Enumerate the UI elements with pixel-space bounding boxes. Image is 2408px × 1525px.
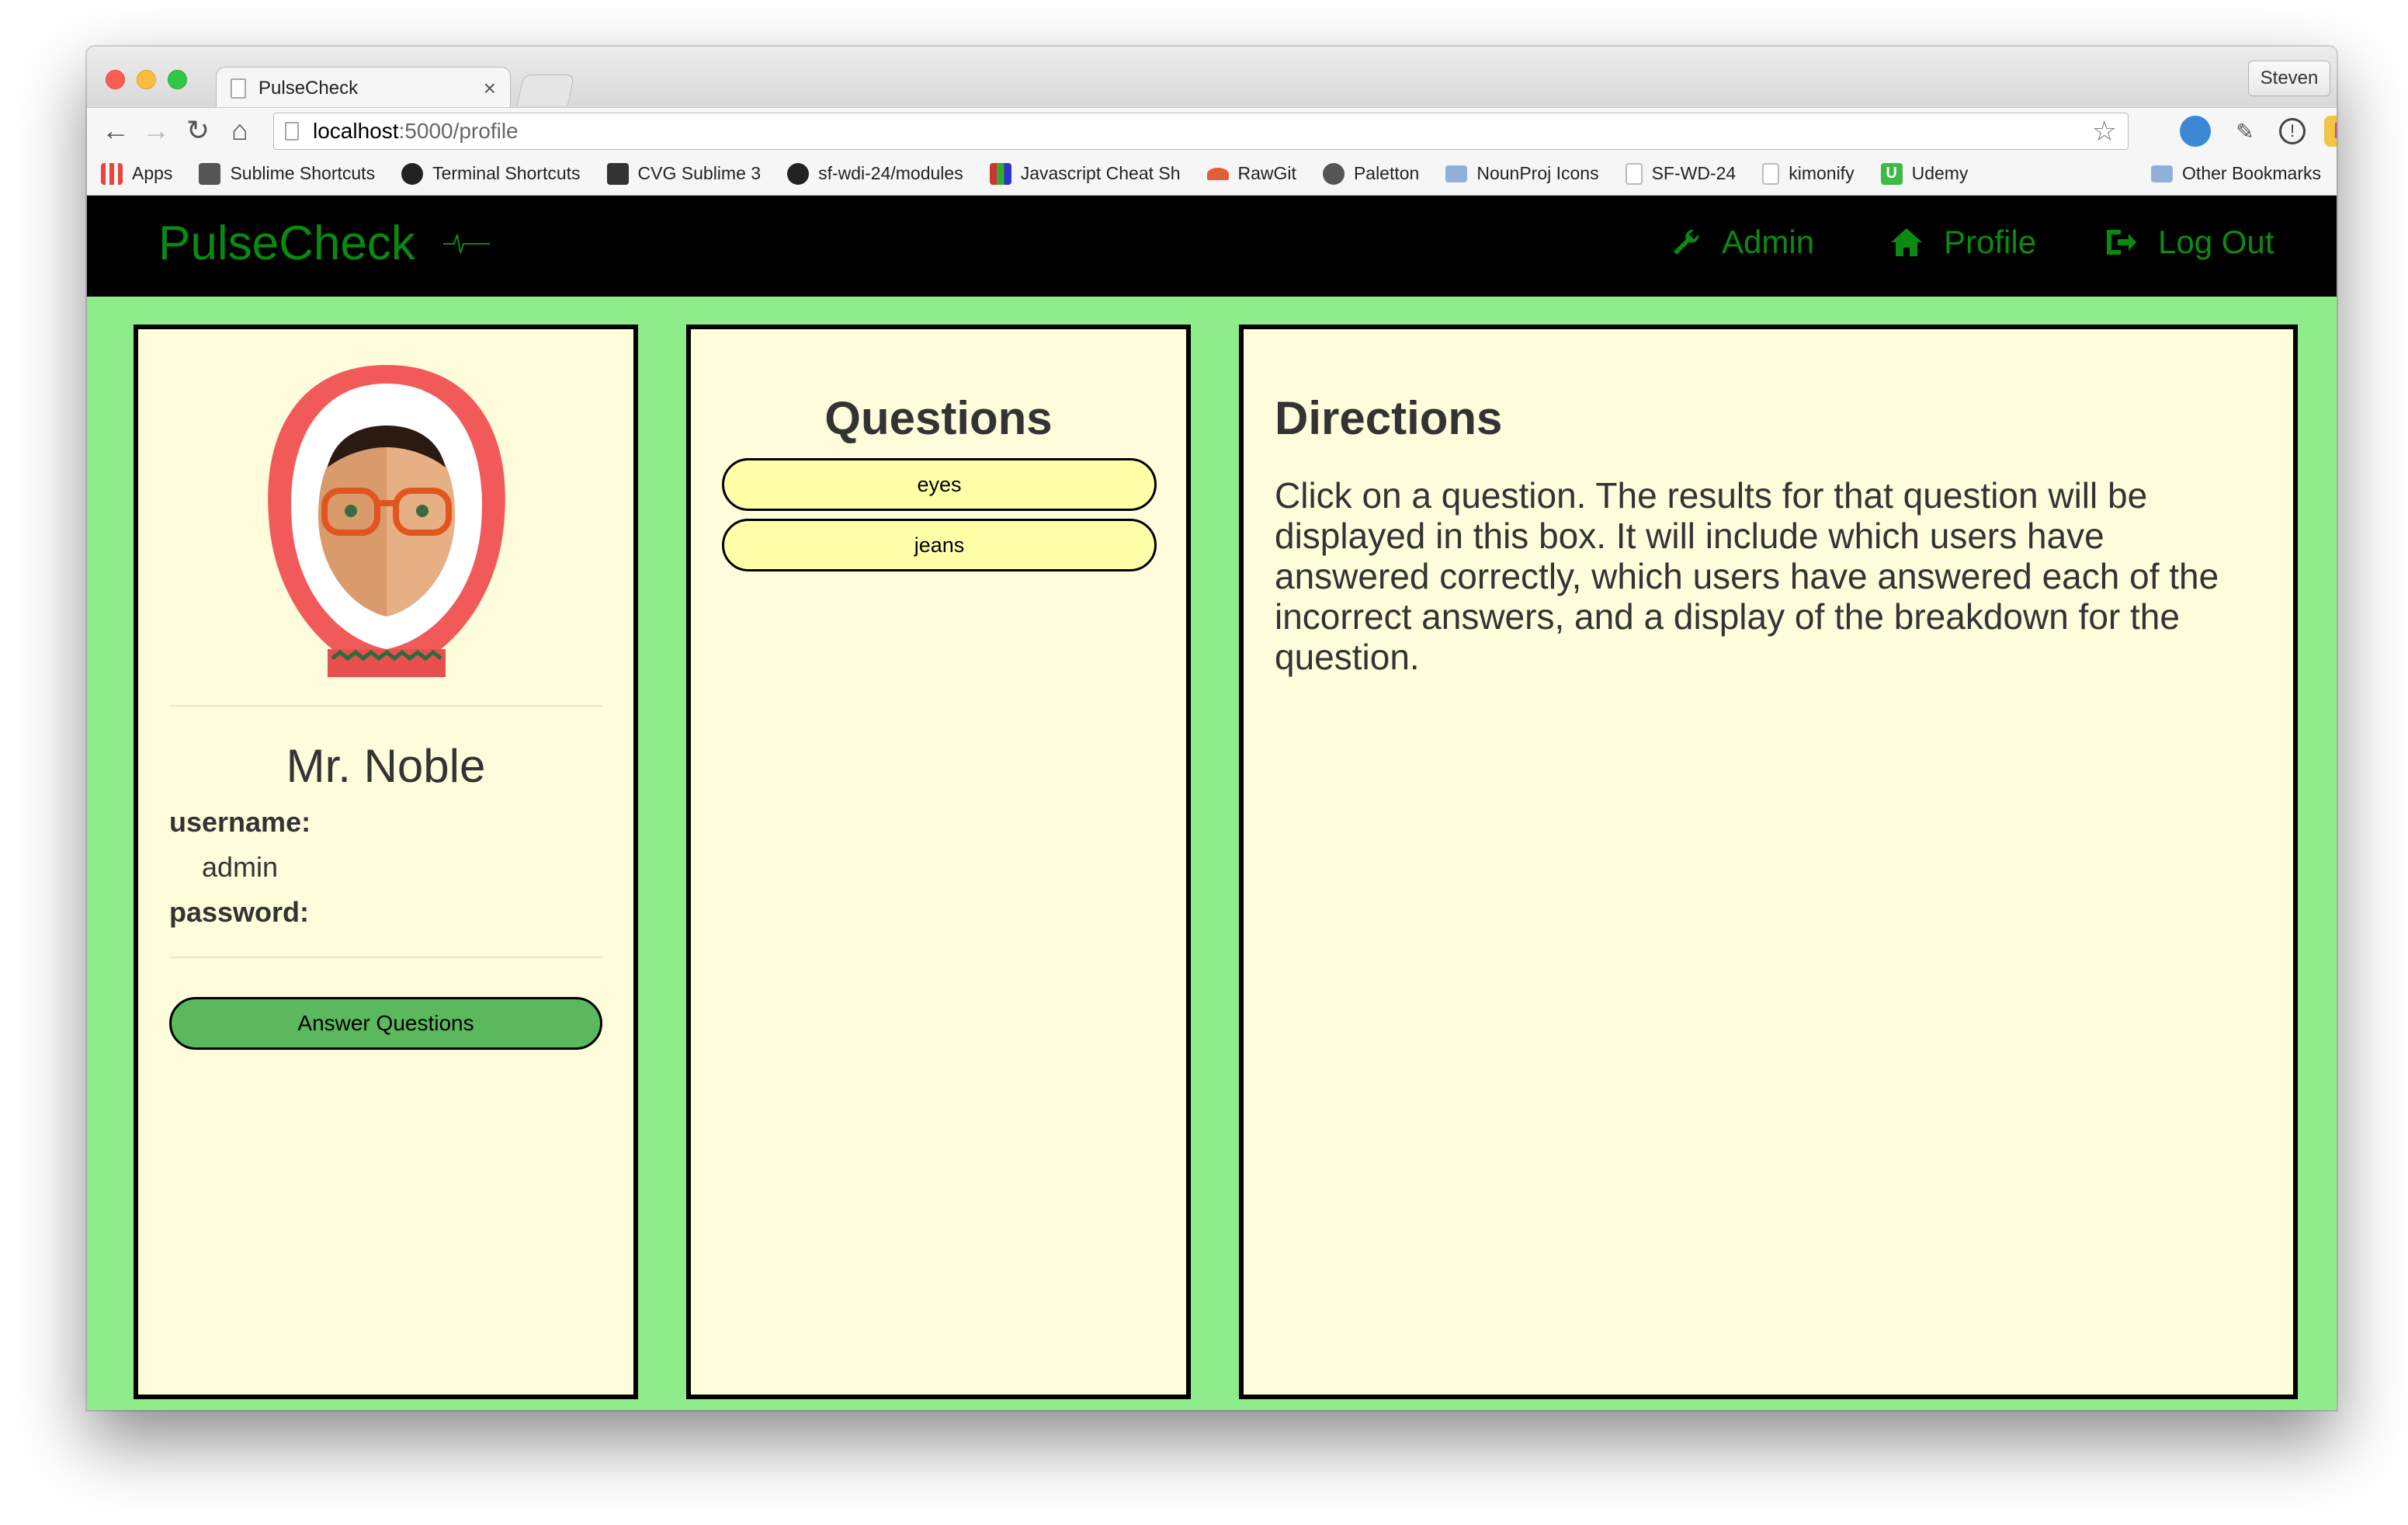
url-host: localhost bbox=[313, 119, 399, 143]
kimono-extension-icon[interactable]: k bbox=[2324, 116, 2337, 147]
udemy-icon: U bbox=[1880, 162, 1903, 185]
pulse-line-icon bbox=[442, 234, 490, 253]
questions-panel: Questions eyes jeans bbox=[686, 325, 1191, 1399]
document-icon bbox=[199, 162, 221, 185]
page-icon bbox=[231, 78, 246, 99]
address-bar[interactable]: localhost:5000/profile ☆ bbox=[273, 113, 2129, 150]
app-navbar: PulseCheck Admin Profile Log Out bbox=[87, 196, 2337, 297]
nav-profile-label: Profile bbox=[1944, 224, 2037, 260]
sublime-icon bbox=[606, 162, 629, 185]
url-path: :5000/profile bbox=[398, 119, 519, 143]
bookmarks-bar: Apps Sublime Shortcuts Terminal Shortcut… bbox=[87, 152, 2337, 196]
zoom-window-button[interactable] bbox=[168, 70, 187, 89]
brand-logo[interactable]: PulseCheck bbox=[158, 216, 505, 271]
bookmark-label: Apps bbox=[132, 163, 173, 183]
bookmark-label: Udemy bbox=[1911, 163, 1969, 183]
bookmark-label: Javascript Cheat Sh bbox=[1020, 163, 1181, 183]
bookmark-label: NounProj Icons bbox=[1476, 163, 1599, 183]
browser-tab[interactable]: PulseCheck × bbox=[216, 67, 511, 109]
github-icon bbox=[401, 162, 424, 185]
bookmark-label: Other Bookmarks bbox=[2182, 163, 2321, 183]
bookmark-terminal-shortcuts[interactable]: Terminal Shortcuts bbox=[401, 162, 581, 185]
logout-icon bbox=[2107, 230, 2136, 255]
bookmark-label: RawGit bbox=[1237, 163, 1296, 183]
user-avatar bbox=[268, 365, 505, 677]
bookmark-other[interactable]: Other Bookmarks bbox=[2151, 163, 2321, 184]
nav-admin-label: Admin bbox=[1722, 224, 1815, 260]
browser-toolbar: ← → ↻ ⌂ localhost:5000/profile ☆ ✎ ! k ☰ bbox=[87, 107, 2337, 152]
nav-logout-link[interactable]: Log Out bbox=[2104, 224, 2274, 261]
bookmark-label: Sublime Shortcuts bbox=[230, 163, 376, 183]
directions-title: Directions bbox=[1275, 392, 1503, 444]
bookmark-label: CVG Sublime 3 bbox=[637, 163, 762, 183]
bookmark-cvg-sublime[interactable]: CVG Sublime 3 bbox=[606, 162, 762, 185]
info-extension-icon[interactable]: ! bbox=[2279, 118, 2306, 144]
bookmark-label: Paletton bbox=[1353, 163, 1420, 183]
bookmark-apps[interactable]: Apps bbox=[101, 162, 173, 185]
home-icon bbox=[1891, 228, 1922, 256]
page-icon bbox=[1625, 162, 1643, 185]
bookmark-rawgit[interactable]: RawGit bbox=[1206, 163, 1296, 184]
home-icon[interactable]: ⌂ bbox=[222, 113, 258, 148]
minimize-window-button[interactable] bbox=[137, 70, 156, 89]
url-text: localhost:5000/profile bbox=[313, 119, 2092, 144]
back-arrow-icon[interactable]: ← bbox=[98, 113, 134, 148]
questions-title: Questions bbox=[824, 392, 1053, 444]
nav-admin-link[interactable]: Admin bbox=[1671, 224, 1814, 261]
page-icon bbox=[1762, 162, 1780, 185]
globe-extension-icon[interactable] bbox=[2180, 116, 2211, 147]
divider bbox=[169, 705, 602, 707]
wrench-icon bbox=[1674, 229, 1699, 255]
tab-close-icon[interactable]: × bbox=[484, 76, 496, 101]
folder-icon bbox=[2151, 165, 2174, 182]
folder-icon bbox=[1445, 165, 1468, 182]
password-label: password: bbox=[169, 896, 310, 928]
bookmark-paletton[interactable]: Paletton bbox=[1322, 162, 1420, 185]
brand-text: PulseCheck bbox=[158, 217, 415, 270]
rawgit-icon bbox=[1206, 167, 1229, 180]
bookmark-label: sf-wdi-24/modules bbox=[818, 163, 963, 183]
browser-profile-button[interactable]: Steven bbox=[2248, 61, 2330, 96]
nav-profile-link[interactable]: Profile bbox=[1889, 224, 2036, 261]
bookmark-sf-wdi-modules[interactable]: sf-wdi-24/modules bbox=[787, 162, 963, 185]
answer-questions-button[interactable]: Answer Questions bbox=[169, 997, 602, 1050]
paletton-icon bbox=[1322, 162, 1345, 185]
question-button-jeans[interactable]: jeans bbox=[722, 519, 1157, 571]
github-icon bbox=[787, 162, 810, 185]
bookmark-sublime-shortcuts[interactable]: Sublime Shortcuts bbox=[199, 162, 376, 185]
title-bar: PulseCheck × Steven bbox=[87, 47, 2337, 109]
username-label: username: bbox=[169, 806, 311, 838]
nav-logout-label: Log Out bbox=[2158, 224, 2274, 260]
username-value: admin bbox=[202, 851, 279, 883]
bookmark-kimonify[interactable]: kimonify bbox=[1762, 162, 1855, 185]
forward-arrow-icon[interactable]: → bbox=[138, 113, 174, 148]
browser-window: PulseCheck × Steven ← → ↻ ⌂ localhost:50… bbox=[87, 47, 2337, 1410]
reload-icon[interactable]: ↻ bbox=[180, 113, 216, 148]
user-name: Mr. Noble bbox=[286, 740, 486, 792]
bookmark-label: Terminal Shortcuts bbox=[432, 163, 581, 183]
bookmark-udemy[interactable]: U Udemy bbox=[1880, 162, 1969, 185]
new-tab-button[interactable] bbox=[516, 75, 575, 106]
books-icon bbox=[989, 162, 1011, 185]
bookmark-javascript-cheat[interactable]: Javascript Cheat Sh bbox=[989, 162, 1181, 185]
page-icon bbox=[285, 122, 299, 141]
directions-panel: Directions Click on a question. The resu… bbox=[1239, 325, 2298, 1399]
divider bbox=[169, 957, 602, 958]
close-window-button[interactable] bbox=[106, 70, 125, 89]
profile-panel: Mr. Noble username: admin password: Answ… bbox=[134, 325, 638, 1399]
apps-grid-icon bbox=[101, 162, 123, 185]
bookmark-sf-wd-24[interactable]: SF-WD-24 bbox=[1625, 162, 1737, 185]
bookmark-label: SF-WD-24 bbox=[1651, 163, 1737, 183]
tab-title: PulseCheck bbox=[258, 77, 359, 99]
bookmark-label: kimonify bbox=[1789, 163, 1855, 183]
bookmark-star-icon[interactable]: ☆ bbox=[2092, 115, 2117, 148]
bookmark-nounproj-icons[interactable]: NounProj Icons bbox=[1445, 163, 1599, 184]
question-button-eyes[interactable]: eyes bbox=[722, 458, 1157, 511]
eyedropper-extension-icon[interactable]: ✎ bbox=[2229, 116, 2261, 147]
directions-text: Click on a question. The results for tha… bbox=[1275, 475, 2219, 677]
